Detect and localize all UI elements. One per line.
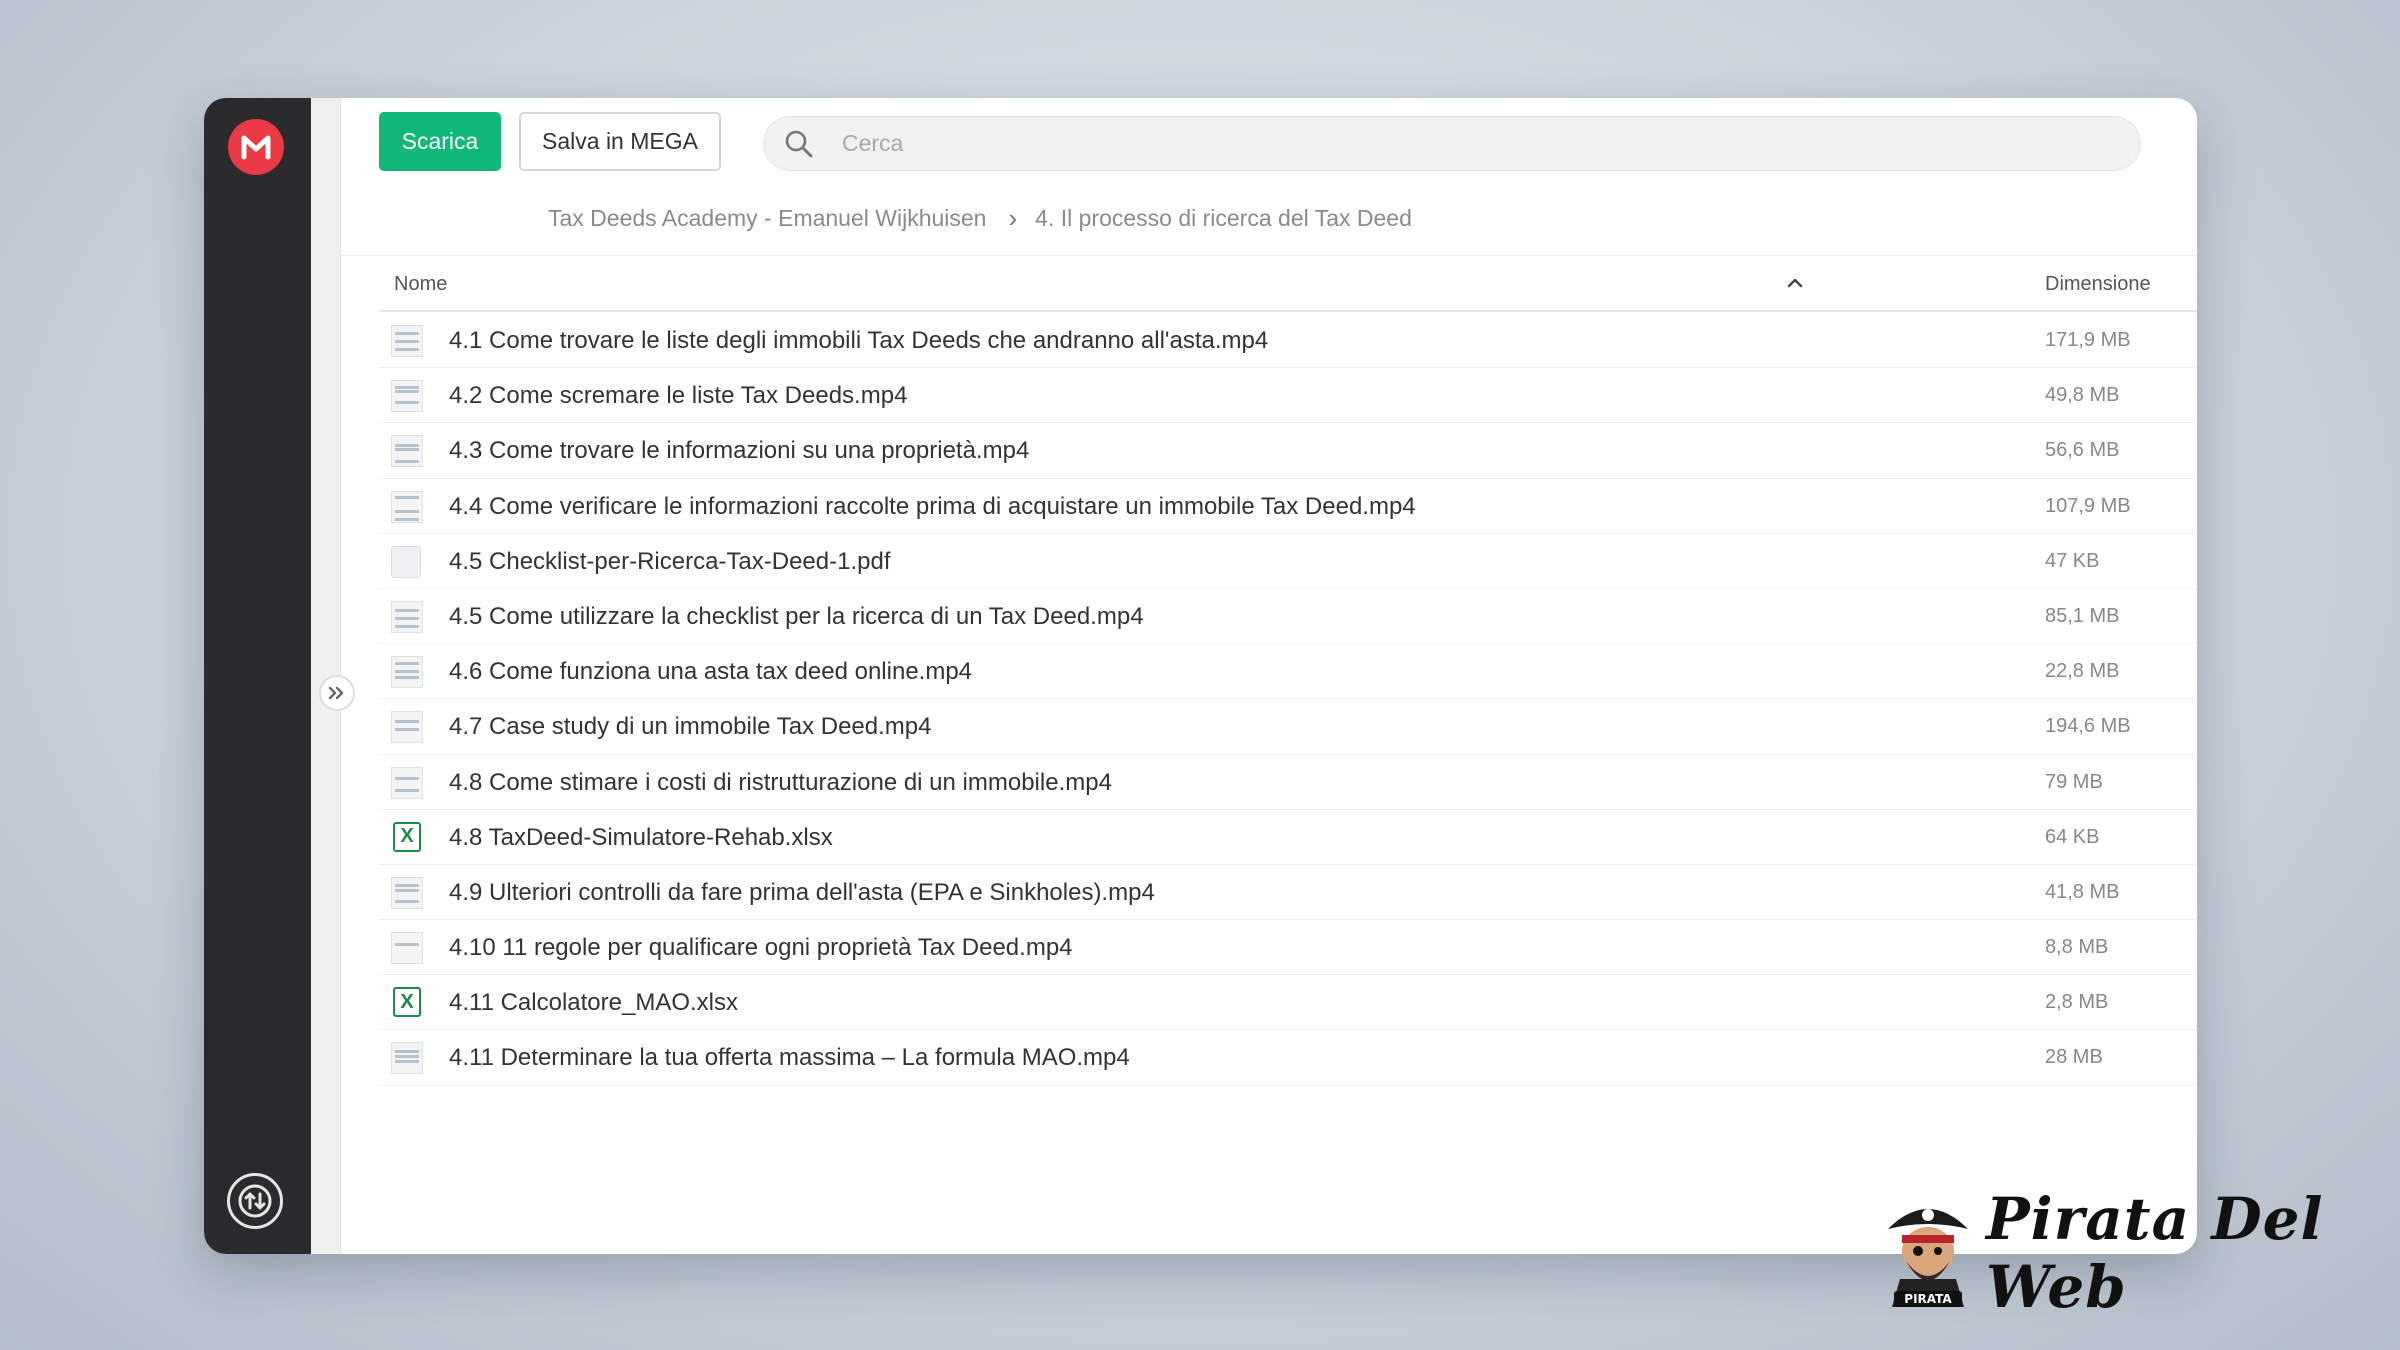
file-name[interactable]: 4.8 Come stimare i costi di ristrutturaz… — [449, 769, 1112, 797]
pirate-badge-label: PIRATA — [1904, 1292, 1952, 1306]
pdf-thumbnail-icon — [391, 545, 423, 578]
table-row[interactable]: 4.9 Ulteriori controlli da fare prima de… — [379, 865, 2197, 921]
file-name[interactable]: 4.4 Come verificare le informazioni racc… — [449, 493, 1416, 521]
table-row[interactable]: 4.4 Come verificare le informazioni racc… — [379, 479, 2197, 534]
video-thumbnail-icon — [391, 325, 423, 357]
video-thumbnail-icon — [391, 932, 423, 965]
file-size: 171,9 MB — [2045, 329, 2131, 351]
file-size: 85,1 MB — [2045, 604, 2120, 627]
table-row[interactable]: 4.5 Checklist-per-Ricerca-Tax-Deed-1.pdf… — [379, 534, 2197, 589]
video-thumbnail-icon — [391, 876, 423, 909]
file-name[interactable]: 4.1 Come trovare le liste degli immobili… — [449, 327, 1268, 355]
file-name[interactable]: 4.5 Come utilizzare la checklist per la … — [449, 603, 1144, 631]
save-to-mega-button[interactable]: Salva in MEGA — [519, 112, 721, 171]
file-name[interactable]: 4.8 TaxDeed-Simulatore-Rehab.xlsx — [449, 824, 833, 852]
file-size: 64 KB — [2045, 825, 2100, 848]
file-name[interactable]: 4.9 Ulteriori controlli da fare prima de… — [449, 879, 1155, 907]
double-chevron-right-icon — [328, 686, 344, 700]
video-thumbnail-icon — [391, 656, 423, 689]
video-thumbnail-icon — [391, 766, 423, 799]
file-size: 22,8 MB — [2045, 660, 2120, 683]
excel-icon: X — [391, 987, 423, 1019]
expand-panel-button[interactable] — [319, 675, 355, 711]
file-size: 194,6 MB — [2045, 715, 2131, 738]
breadcrumb-current[interactable]: 4. Il processo di ricerca del Tax Deed — [1035, 205, 1412, 232]
download-button[interactable]: Scarica — [379, 112, 501, 171]
video-thumbnail-icon — [391, 435, 423, 468]
file-size: 28 MB — [2045, 1046, 2103, 1069]
table-row[interactable]: X4.8 TaxDeed-Simulatore-Rehab.xlsx64 KBF… — [379, 810, 2197, 865]
mega-logo-icon[interactable] — [228, 119, 284, 175]
breadcrumb: Tax Deeds Academy - Emanuel Wijkhuisen ›… — [548, 198, 1412, 238]
file-name[interactable]: 4.7 Case study di un immobile Tax Deed.m… — [449, 713, 931, 741]
table-row[interactable]: 4.3 Come trovare le informazioni su una … — [379, 423, 2197, 479]
video-thumbnail-icon — [391, 600, 423, 633]
table-row[interactable]: 4.2 Come scremare le liste Tax Deeds.mp4… — [379, 368, 2197, 424]
sort-ascending-icon[interactable] — [1784, 272, 1806, 294]
breadcrumb-separator-icon: › — [1008, 202, 1018, 233]
table-row[interactable]: 4.8 Come stimare i costi di ristrutturaz… — [379, 755, 2197, 810]
file-name[interactable]: 4.5 Checklist-per-Ricerca-Tax-Deed-1.pdf — [449, 548, 891, 576]
file-list: 4.1 Come trovare le liste degli immobili… — [379, 313, 2197, 1086]
search-input[interactable] — [842, 130, 2042, 157]
file-size: 41,8 MB — [2045, 880, 2120, 903]
file-size: 79 MB — [2045, 770, 2103, 793]
file-name[interactable]: 4.6 Come funziona una asta tax deed onli… — [449, 658, 972, 686]
file-size: 107,9 MB — [2045, 494, 2131, 517]
search-icon — [782, 127, 816, 161]
file-name[interactable]: 4.11 Determinare la tua offerta massima … — [449, 1044, 1130, 1072]
file-size: 49,8 MB — [2045, 384, 2120, 407]
table-header: Nome Dimensione Tipo — [379, 256, 2197, 312]
table-row[interactable]: 4.10 11 regole per qualificare ogni prop… — [379, 920, 2197, 976]
file-name[interactable]: 4.3 Come trovare le informazioni su una … — [449, 437, 1029, 465]
brand-watermark-text: Pirata Del Web — [1986, 1185, 2324, 1321]
file-name[interactable]: 4.11 Calcolatore_MAO.xlsx — [449, 989, 738, 1017]
file-name[interactable]: 4.2 Come scremare le liste Tax Deeds.mp4 — [449, 382, 907, 410]
pirate-mascot-logo: PIRATA — [1880, 1195, 1976, 1311]
table-row[interactable]: 4.1 Come trovare le liste degli immobili… — [379, 313, 2197, 369]
table-row[interactable]: X4.11 Calcolatore_MAO.xlsx2,8 MBFoglio d… — [379, 975, 2197, 1031]
table-row[interactable]: 4.5 Come utilizzare la checklist per la … — [379, 589, 2197, 645]
file-size: 2,8 MB — [2045, 991, 2109, 1014]
file-size: 56,6 MB — [2045, 439, 2120, 462]
brand-watermark: PIRATA Pirata Del Web — [1880, 1185, 2400, 1321]
video-thumbnail-icon — [391, 711, 423, 744]
file-name[interactable]: 4.10 11 regole per qualificare ogni prop… — [449, 934, 1073, 962]
breadcrumb-root[interactable]: Tax Deeds Academy - Emanuel Wijkhuisen — [548, 205, 986, 232]
file-size: 47 KB — [2045, 549, 2100, 572]
video-thumbnail-icon — [391, 490, 423, 523]
table-row[interactable]: 4.6 Come funziona una asta tax deed onli… — [379, 644, 2197, 700]
excel-icon: X — [391, 821, 423, 854]
column-header-size[interactable]: Dimensione — [2045, 273, 2151, 296]
table-row[interactable]: 4.7 Case study di un immobile Tax Deed.m… — [379, 699, 2197, 755]
video-thumbnail-icon — [391, 1042, 423, 1075]
table-row[interactable]: 4.11 Determinare la tua offerta massima … — [379, 1030, 2197, 1086]
app-window: Scarica Salva in MEGA Tax Deeds Academy … — [204, 98, 2197, 1254]
file-size: 8,8 MB — [2045, 936, 2109, 959]
transfer-manager-icon[interactable] — [227, 1173, 283, 1229]
left-sidebar — [204, 98, 311, 1254]
column-header-name[interactable]: Nome — [394, 273, 447, 296]
video-thumbnail-icon — [391, 380, 423, 413]
search-bar[interactable] — [763, 116, 2141, 171]
